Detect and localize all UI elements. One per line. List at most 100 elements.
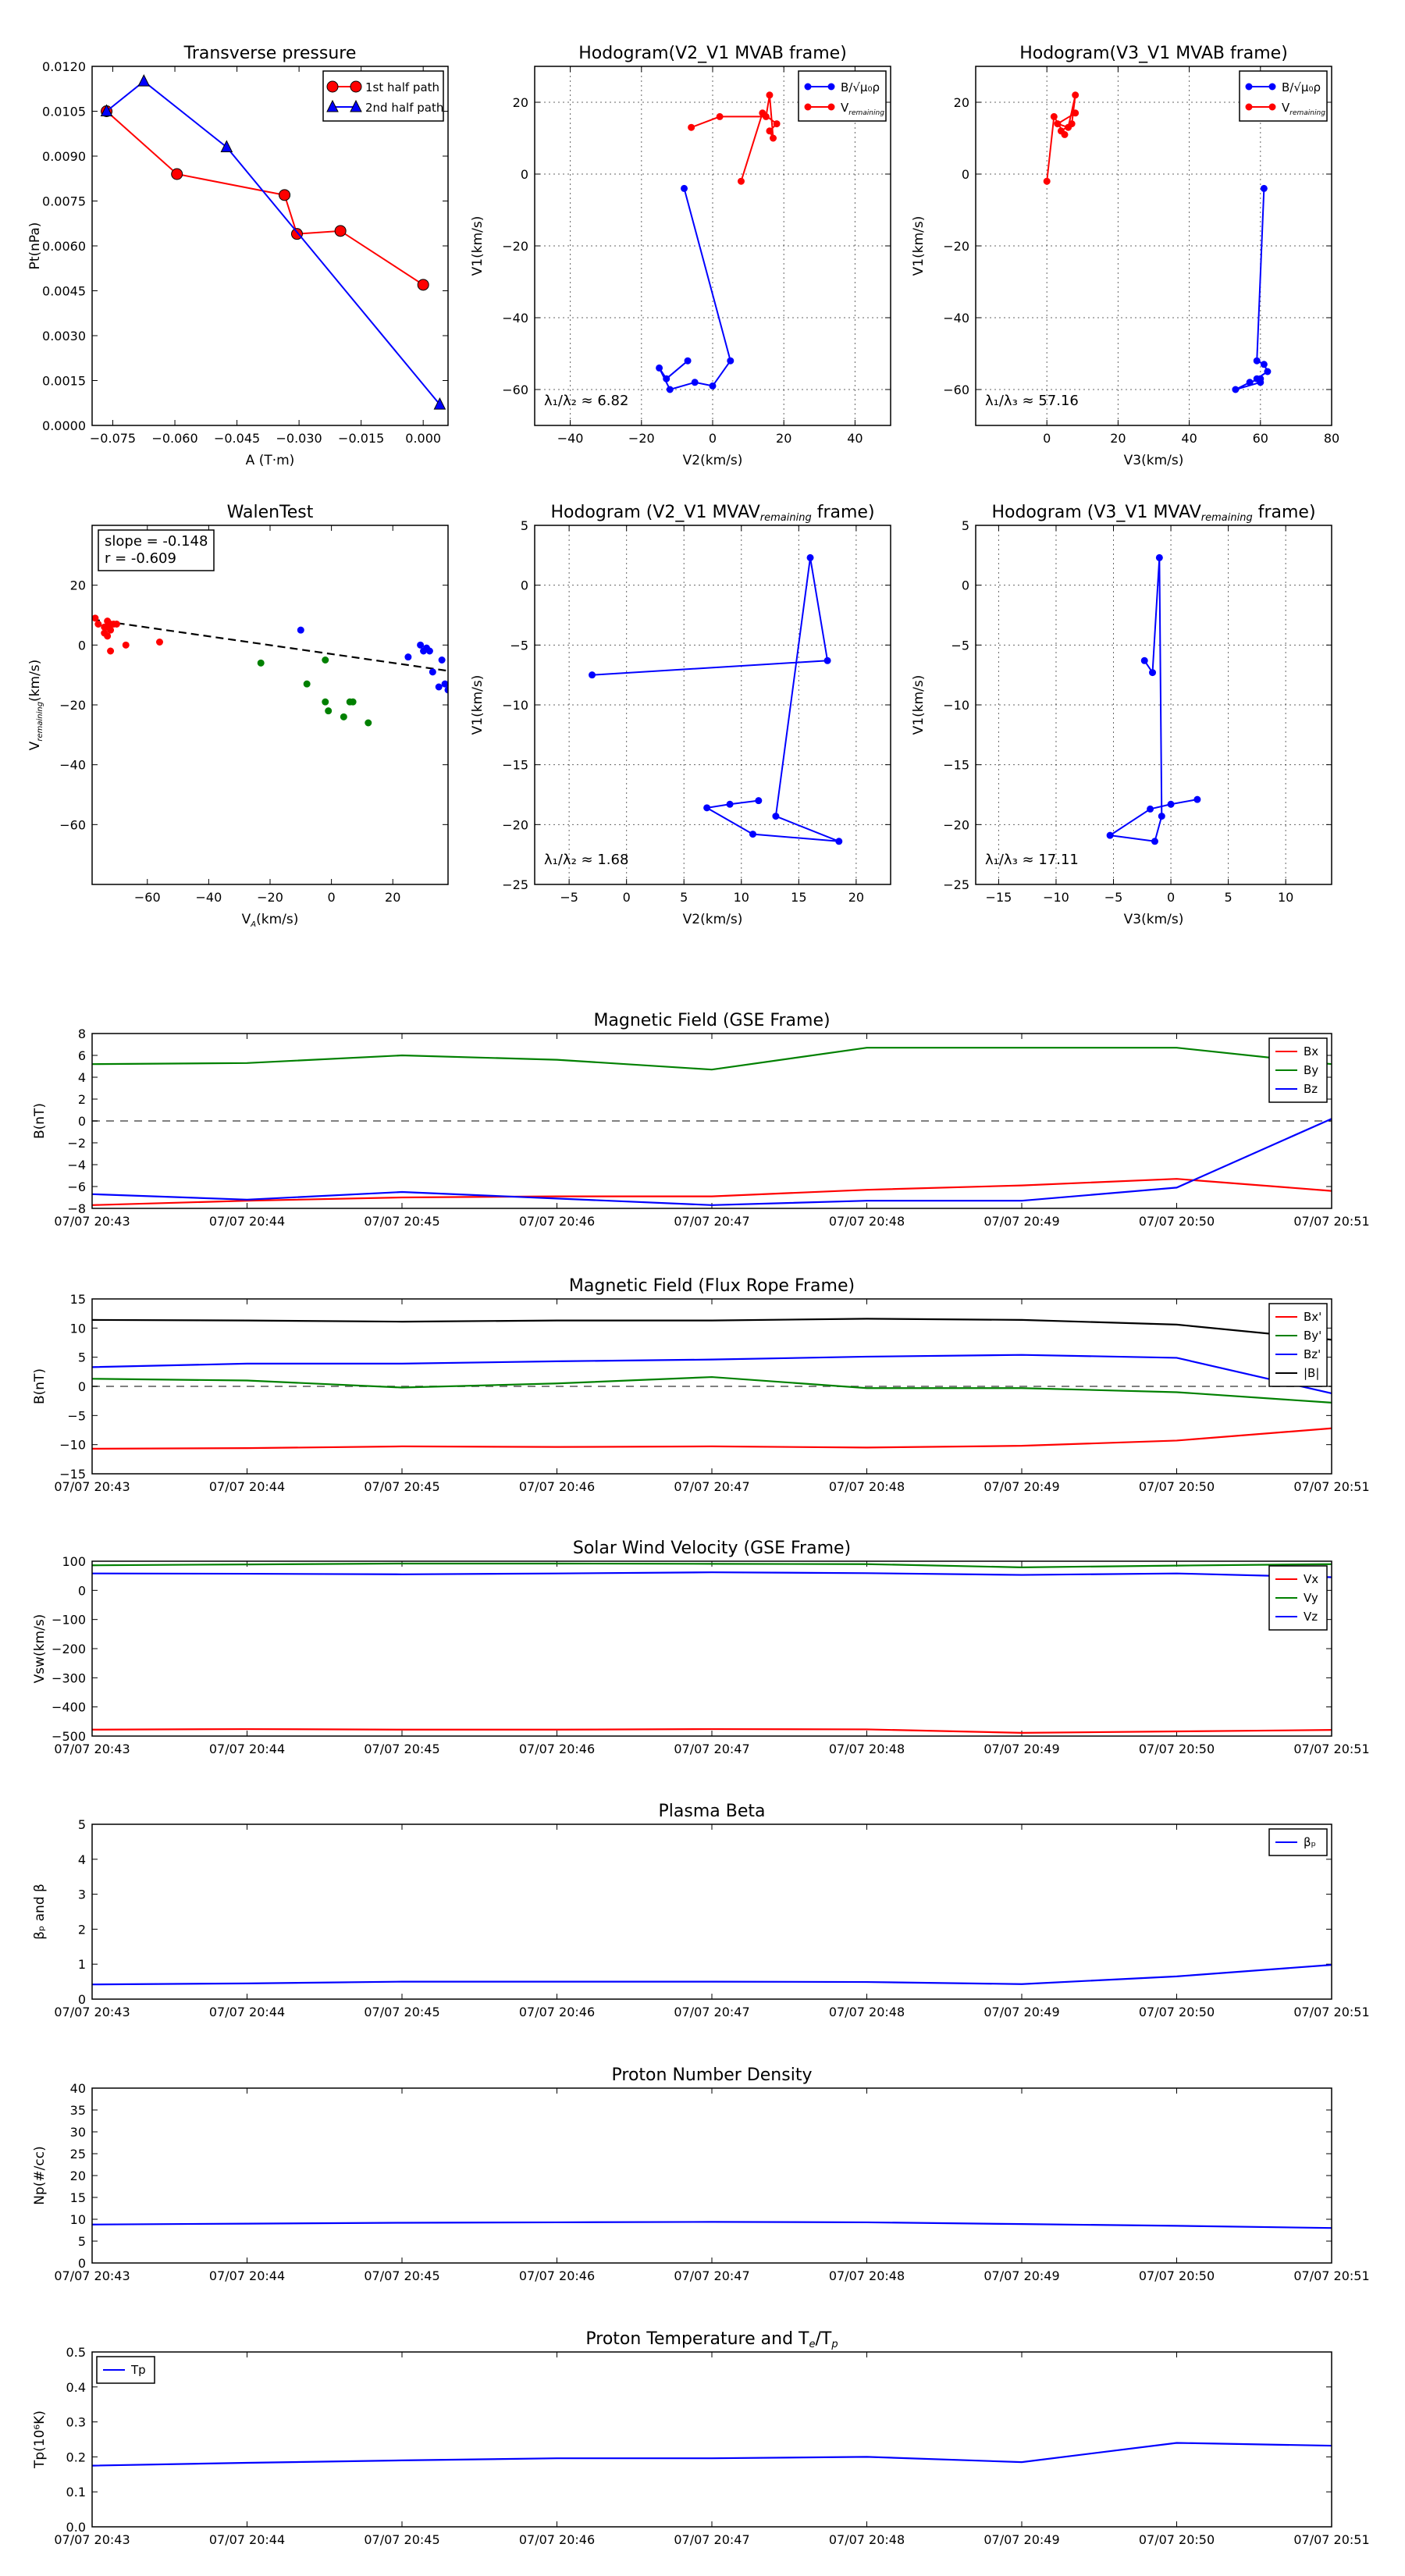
label-subscript: e xyxy=(809,2339,815,2350)
y-tick-label: 100 xyxy=(62,1554,86,1569)
y-axis-label: B(nT) xyxy=(32,1103,48,1139)
ratio-annotation: λ₁/λ₃ ≈ 57.16 xyxy=(985,393,1079,409)
y-tick-label: −15 xyxy=(502,758,528,773)
y-tick-label: 0.0030 xyxy=(42,329,86,343)
x-tick-label: 07/07 20:48 xyxy=(829,2268,905,2283)
x-tick-label: 07/07 20:50 xyxy=(1139,2532,1215,2547)
data-point xyxy=(1149,669,1157,677)
data-point xyxy=(823,656,831,664)
data-point xyxy=(1043,177,1051,185)
y-tick-label: 2 xyxy=(78,1092,86,1107)
x-tick-label: 07/07 20:51 xyxy=(1293,2268,1369,2283)
y-axis-label: V1(km/s) xyxy=(911,675,927,735)
data-point xyxy=(1268,103,1276,111)
chart-title: WalenTest xyxy=(227,503,314,522)
y-tick-label: 0.0120 xyxy=(42,59,86,74)
y-tick-label: −25 xyxy=(502,877,528,892)
y-tick-label: −60 xyxy=(59,817,86,832)
y-tick-label: 5 xyxy=(78,1350,86,1365)
x-tick-label: −20 xyxy=(257,890,283,905)
y-tick-label: 5 xyxy=(521,518,528,533)
data-point xyxy=(417,641,425,649)
x-tick-label: 07/07 20:51 xyxy=(1293,2532,1369,2547)
stats-line: slope = -0.148 xyxy=(105,533,208,550)
y-tick-label: 0 xyxy=(78,1114,86,1129)
x-tick-label: 07/07 20:45 xyxy=(364,2532,439,2547)
x-tick-label: 07/07 20:51 xyxy=(1293,1742,1369,1756)
y-tick-label: −100 xyxy=(52,1613,86,1628)
x-tick-label: 07/07 20:47 xyxy=(674,2268,749,2283)
x-tick-label: 07/07 20:48 xyxy=(829,1742,905,1756)
figure-canvas: −0.075 −0.060 −0.045 −0.030 −0.015 0.0000.000… xyxy=(27,44,1370,2547)
x-tick-label: 07/07 20:49 xyxy=(984,2005,1059,2019)
x-tick-label: 07/07 20:44 xyxy=(209,1214,285,1229)
legend-label: Vz xyxy=(1304,1610,1318,1624)
x-axis-label: VA(km/s) xyxy=(242,912,299,929)
data-point xyxy=(1057,127,1065,135)
data-point xyxy=(417,279,429,291)
x-tick-label: 07/07 20:51 xyxy=(1293,1479,1369,1494)
y-axis-label: V1(km/s) xyxy=(911,216,927,276)
legend-label: 2nd half path xyxy=(365,101,443,115)
plot-background xyxy=(92,2088,1332,2263)
legend-label: Bz' xyxy=(1304,1347,1321,1361)
x-tick-label: 20 xyxy=(776,431,791,446)
data-point xyxy=(349,698,357,706)
y-tick-label: 0.0000 xyxy=(42,418,86,433)
y-tick-label: 20 xyxy=(954,95,969,110)
data-point xyxy=(716,112,724,120)
y-tick-label: 35 xyxy=(70,2103,86,2118)
data-point xyxy=(766,127,774,135)
data-point xyxy=(1140,656,1148,664)
chart-vsw: 07/07 20:43 07/07 20:44 07/07 20:45 07/07 2… xyxy=(32,1539,1370,1756)
data-point xyxy=(1072,109,1080,117)
label-subscript: remaining xyxy=(36,702,44,742)
legend-label: Tp xyxy=(130,2363,146,2377)
y-tick-label: 15 xyxy=(70,1292,86,1307)
y-tick-label: 0 xyxy=(78,2256,86,2271)
y-axis-label: Np(#/cc) xyxy=(32,2146,48,2204)
y-tick-label: 0.0 xyxy=(66,2520,86,2535)
data-point xyxy=(770,134,777,142)
x-axis-label: A (T·m) xyxy=(246,453,295,468)
y-tick-label: 4 xyxy=(78,1070,86,1085)
data-point xyxy=(835,838,843,845)
label-segment: /T xyxy=(815,2329,831,2349)
x-tick-label: 07/07 20:45 xyxy=(364,1479,439,1494)
chart-title: Proton Number Density xyxy=(612,2065,813,2085)
x-tick-label: 07/07 20:50 xyxy=(1139,1214,1215,1229)
chart-title: Plasma Beta xyxy=(659,1802,766,1821)
x-tick-label: 07/07 20:50 xyxy=(1139,1742,1215,1756)
y-tick-label: 0 xyxy=(78,1992,86,2007)
label-subscript: remaining xyxy=(1201,512,1253,524)
y-axis-label: Tp(10⁶K) xyxy=(32,2411,48,2469)
y-tick-label: −60 xyxy=(943,382,969,397)
y-tick-label: −20 xyxy=(502,817,528,832)
y-tick-label: 0.0060 xyxy=(42,239,86,254)
x-tick-label: 0 xyxy=(623,890,631,905)
data-point xyxy=(1260,361,1268,368)
data-point xyxy=(429,668,436,676)
data-point xyxy=(772,813,780,820)
data-point xyxy=(107,626,115,634)
chart-walen: −60 −40 −20 0 20−60−40−20020WalenTestVA(km/s… xyxy=(27,503,449,929)
data-point xyxy=(691,379,699,386)
x-axis-label: V2(km/s) xyxy=(683,453,743,468)
data-point xyxy=(1268,83,1276,91)
y-tick-label: −4 xyxy=(67,1158,86,1172)
x-tick-label: −0.030 xyxy=(276,431,322,446)
data-point xyxy=(322,698,329,706)
y-tick-label: −60 xyxy=(502,382,528,397)
label-subscript: A xyxy=(250,920,256,929)
y-tick-label: 20 xyxy=(513,95,528,110)
x-tick-label: 07/07 20:46 xyxy=(519,1742,595,1756)
y-tick-label: 0.0045 xyxy=(42,284,86,299)
label-subscript: remaining xyxy=(1289,109,1325,117)
chart-np: 07/07 20:43 07/07 20:44 07/07 20:45 07/07 2… xyxy=(32,2065,1370,2283)
legend-label: 1st half path xyxy=(365,80,439,94)
plot-background xyxy=(92,1561,1332,1736)
x-tick-label: 07/07 20:51 xyxy=(1293,1214,1369,1229)
data-point xyxy=(1260,184,1268,192)
y-tick-label: −8 xyxy=(67,1201,86,1216)
y-tick-label: −5 xyxy=(951,638,969,653)
